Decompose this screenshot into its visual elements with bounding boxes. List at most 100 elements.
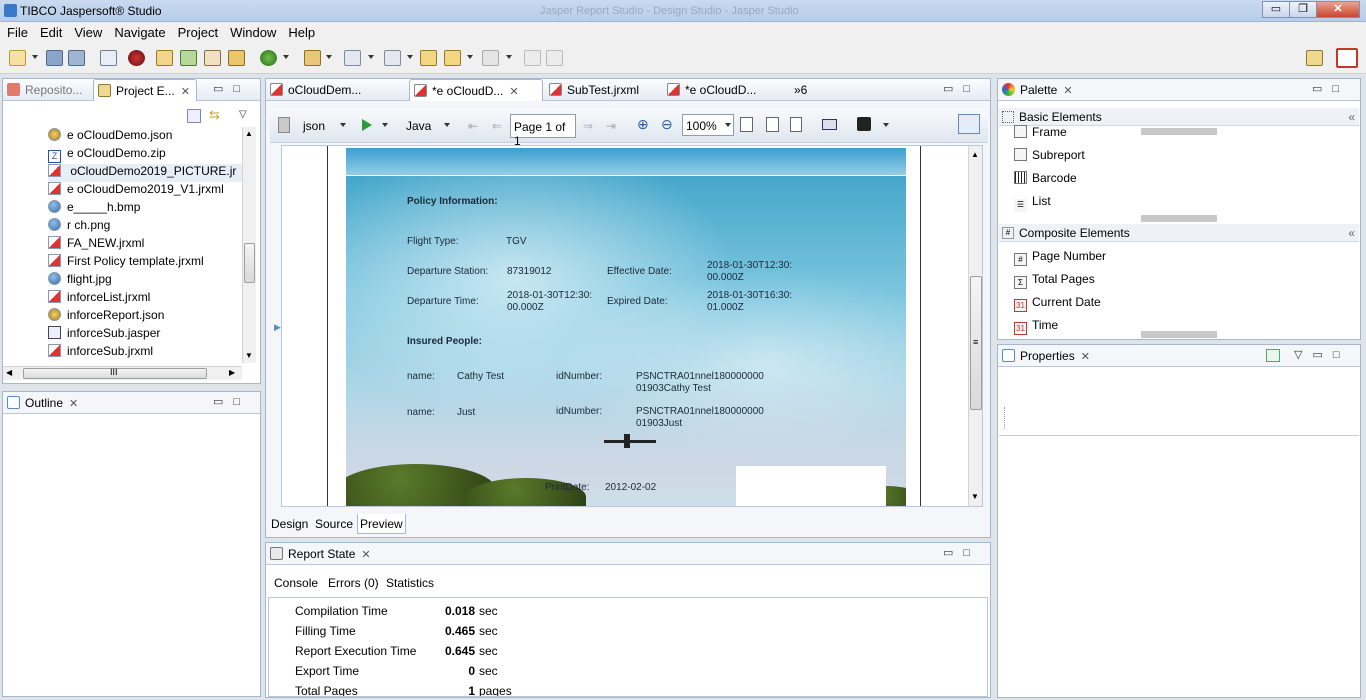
menu-edit[interactable]: Edit (33, 22, 67, 40)
menu-project[interactable]: Project (171, 22, 223, 40)
scrollbar-thumb[interactable] (244, 243, 255, 283)
language-selector[interactable]: Java (406, 119, 431, 133)
last-edit-icon[interactable] (420, 50, 437, 66)
forward-icon[interactable] (482, 50, 499, 66)
tree-item[interactable]: flight.jpg (48, 272, 112, 290)
tab-design[interactable]: Design (269, 514, 310, 534)
close-icon[interactable]: ✕ (1081, 350, 1090, 363)
tab-overflow[interactable]: »6 (786, 79, 813, 101)
minimize-maximize-icon[interactable]: ▭□ (943, 82, 980, 95)
publish-icon[interactable] (228, 50, 245, 66)
minimize-maximize-icon[interactable]: ▭□ (213, 82, 250, 95)
view-menu-icon[interactable]: ▽▭□ (1294, 348, 1350, 361)
open-perspective-icon[interactable] (1306, 50, 1323, 66)
redo-icon[interactable] (546, 50, 563, 66)
tree-item[interactable]: First Policy template.jrxml (48, 254, 204, 272)
close-icon[interactable]: ✕ (181, 85, 190, 98)
palette-item[interactable]: 31 Current Date (1014, 295, 1101, 312)
view-menu-icon[interactable]: ▽ (239, 109, 247, 120)
undo-icon[interactable] (524, 50, 541, 66)
tree-horizontal-scrollbar[interactable]: ◀ III ▶ (3, 366, 242, 380)
debug-icon[interactable] (128, 50, 145, 66)
language-dropdown-icon[interactable] (444, 123, 450, 127)
tab-report-2[interactable]: *e oCloudD... ✕ (409, 79, 543, 101)
tab-statistics[interactable]: Statistics (386, 576, 434, 590)
restore-button[interactable]: ❐ (1289, 1, 1317, 18)
binary-icon[interactable] (100, 50, 117, 66)
tab-report-state[interactable]: Report State ✕ (266, 543, 377, 565)
run-icon[interactable] (260, 50, 277, 66)
datasource-dropdown-icon[interactable] (340, 123, 346, 127)
back-icon[interactable] (444, 50, 461, 66)
tree-item[interactable]: r ch.png (48, 218, 110, 236)
collapse-all-icon[interactable] (187, 109, 201, 123)
new-report-icon[interactable] (156, 50, 173, 66)
pin-editor-icon[interactable] (1266, 349, 1280, 362)
export-icon[interactable] (822, 119, 837, 130)
tree-item[interactable]: inforceSub.jasper (48, 326, 160, 344)
fit-width-icon[interactable] (766, 117, 779, 132)
actual-size-icon[interactable] (790, 117, 802, 132)
palette-item[interactable]: Subreport (1014, 148, 1085, 162)
back-dropdown-icon[interactable] (467, 55, 473, 59)
tree-item[interactable]: Ze oCloudDemo.zip (48, 146, 166, 164)
tab-project-explorer[interactable]: Project E... ✕ (93, 79, 197, 101)
last-page-icon[interactable]: ⇥ (606, 119, 616, 133)
save-report-icon[interactable] (857, 117, 871, 131)
zoom-in-icon[interactable]: ⊕ (637, 116, 649, 133)
menu-file[interactable]: File (0, 22, 33, 40)
new-dropdown-icon[interactable] (32, 55, 38, 59)
save-dropdown-icon[interactable] (883, 123, 889, 127)
jaspersoft-perspective-icon[interactable] (1336, 48, 1358, 68)
preview-vertical-scrollbar[interactable]: ▲ ≡ ▼ (968, 146, 982, 506)
toggle-panel-icon[interactable] (958, 114, 980, 134)
next-annotation-icon[interactable] (344, 50, 361, 66)
menu-view[interactable]: View (67, 22, 107, 40)
palette-scroll-down[interactable] (1141, 215, 1217, 222)
tree-item[interactable]: oCloudDemo2019_PICTURE.jr (48, 164, 242, 182)
menu-navigate[interactable]: Navigate (107, 22, 170, 40)
tree-item[interactable]: e oCloudDemo2019_V1.jrxml (48, 182, 224, 200)
minimize-maximize-icon[interactable]: ▭□ (943, 546, 980, 559)
tab-repository[interactable]: Reposito... (3, 79, 88, 101)
palette-item[interactable]: 31 Time (1014, 318, 1058, 335)
close-icon[interactable]: ✕ (361, 548, 370, 561)
basic-elements-header[interactable]: Basic Elements « (999, 108, 1359, 126)
previous-page-icon[interactable]: ⇐ (492, 119, 502, 133)
fit-page-icon[interactable] (740, 117, 753, 132)
palette-item[interactable]: Frame (1014, 125, 1067, 139)
minimize-maximize-icon[interactable]: ▭□ (1312, 82, 1349, 95)
close-icon[interactable]: ✕ (1063, 84, 1072, 97)
scrollbar-thumb[interactable]: ≡ (970, 276, 982, 410)
tab-palette[interactable]: Palette ✕ (998, 79, 1079, 101)
tab-console[interactable]: Console (274, 576, 318, 590)
tools-dropdown-icon[interactable] (326, 55, 332, 59)
run-dropdown-icon[interactable] (283, 55, 289, 59)
menu-window[interactable]: Window (223, 22, 281, 40)
forward-dropdown-icon[interactable] (506, 55, 512, 59)
external-tools-icon[interactable] (304, 50, 321, 66)
zoom-out-icon[interactable]: ⊖ (661, 116, 673, 133)
datasource-selector[interactable]: json (303, 119, 325, 133)
new-icon[interactable] (9, 50, 26, 66)
tab-subtest[interactable]: SubTest.jrxml (545, 79, 655, 101)
expand-left-icon[interactable]: ▶ (274, 322, 281, 333)
palette-scroll-up[interactable] (1141, 128, 1217, 135)
prev-annotation-icon[interactable] (384, 50, 401, 66)
palette-item[interactable]: Σ Total Pages (1014, 272, 1095, 289)
palette-scroll-down[interactable] (1141, 331, 1217, 338)
zoom-dropdown-icon[interactable] (725, 123, 731, 127)
first-page-icon[interactable]: ⇤ (468, 119, 478, 133)
save-icon[interactable] (46, 50, 63, 66)
tab-report-1[interactable]: oCloudDem... (266, 79, 404, 101)
menu-help[interactable]: Help (281, 22, 320, 40)
run-dropdown-icon[interactable] (382, 123, 388, 127)
tab-errors[interactable]: Errors (0) (328, 576, 379, 590)
tree-item[interactable]: FA_NEW.jrxml (48, 236, 144, 254)
minimize-maximize-icon[interactable]: ▭□ (213, 395, 250, 408)
close-window-button[interactable]: ✕ (1316, 1, 1360, 18)
tab-outline[interactable]: Outline ✕ (3, 392, 84, 414)
next-page-icon[interactable]: ⇒ (583, 119, 593, 133)
palette-item[interactable]: # Page Number (1014, 249, 1106, 266)
tab-report-4[interactable]: *e oCloudD... (663, 79, 783, 101)
